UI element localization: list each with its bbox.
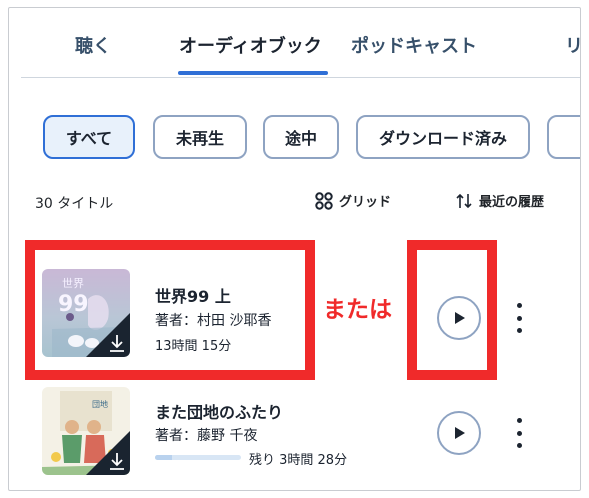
app-window: 聴く オーディオブック ポッドキャスト リ すべて 未再生 途中 ダウンロード済… <box>8 7 581 491</box>
progress-fill <box>155 455 173 460</box>
more-icon-dot <box>516 430 522 436</box>
active-tab-indicator <box>178 71 328 75</box>
sort-toggle[interactable]: 最近の履歴 <box>455 191 544 210</box>
grid-view-toggle[interactable]: グリッド <box>315 191 391 210</box>
filter-more[interactable] <box>547 115 580 159</box>
tab-more[interactable]: リ <box>565 32 580 58</box>
more-icon-dot <box>516 443 522 448</box>
annotation-box-play <box>407 240 497 380</box>
tab-podcasts[interactable]: ポッドキャスト <box>351 32 477 58</box>
book-author: 著者：藤野 千夜 <box>155 428 258 444</box>
filter-all[interactable]: すべて <box>43 115 135 159</box>
remaining-time: 残り 3時間 28分 <box>249 453 348 468</box>
filter-in-progress[interactable]: 途中 <box>263 115 339 159</box>
sort-label: 最近の履歴 <box>479 195 545 210</box>
more-icon-dot <box>516 328 522 333</box>
filter-downloaded[interactable]: ダウンロード済み <box>356 115 530 159</box>
annotation-label: または <box>323 297 392 323</box>
annotation-box-book <box>25 240 315 380</box>
more-icon-dot <box>516 315 522 321</box>
tab-audiobooks[interactable]: オーディオブック <box>179 32 322 58</box>
grid-label: グリッド <box>339 195 392 210</box>
play-button[interactable] <box>437 411 481 455</box>
filter-unplayed[interactable]: 未再生 <box>153 115 247 159</box>
more-options-button[interactable] <box>511 303 527 333</box>
play-icon <box>455 427 465 439</box>
tab-bar: 聴く オーディオブック ポッドキャスト リ <box>21 8 580 78</box>
more-options-button[interactable] <box>511 418 527 448</box>
grid-icon <box>315 191 333 210</box>
book-cover: 団地 <box>42 387 130 475</box>
title-count: 30 タイトル <box>35 196 114 212</box>
list-item[interactable]: 団地 また団地のふたり 著者：藤野 千夜 残り 3時間 28分 <box>9 383 580 488</box>
download-badge-icon <box>86 431 130 475</box>
more-icon-dot <box>516 303 522 308</box>
book-title: また団地のふたり <box>155 403 284 422</box>
listening-progress-bar <box>155 455 241 460</box>
more-icon-dot <box>516 418 522 423</box>
svg-text:団地: 団地 <box>92 399 108 409</box>
sort-arrows-icon <box>456 193 472 208</box>
tab-listen[interactable]: 聴く <box>75 32 111 58</box>
